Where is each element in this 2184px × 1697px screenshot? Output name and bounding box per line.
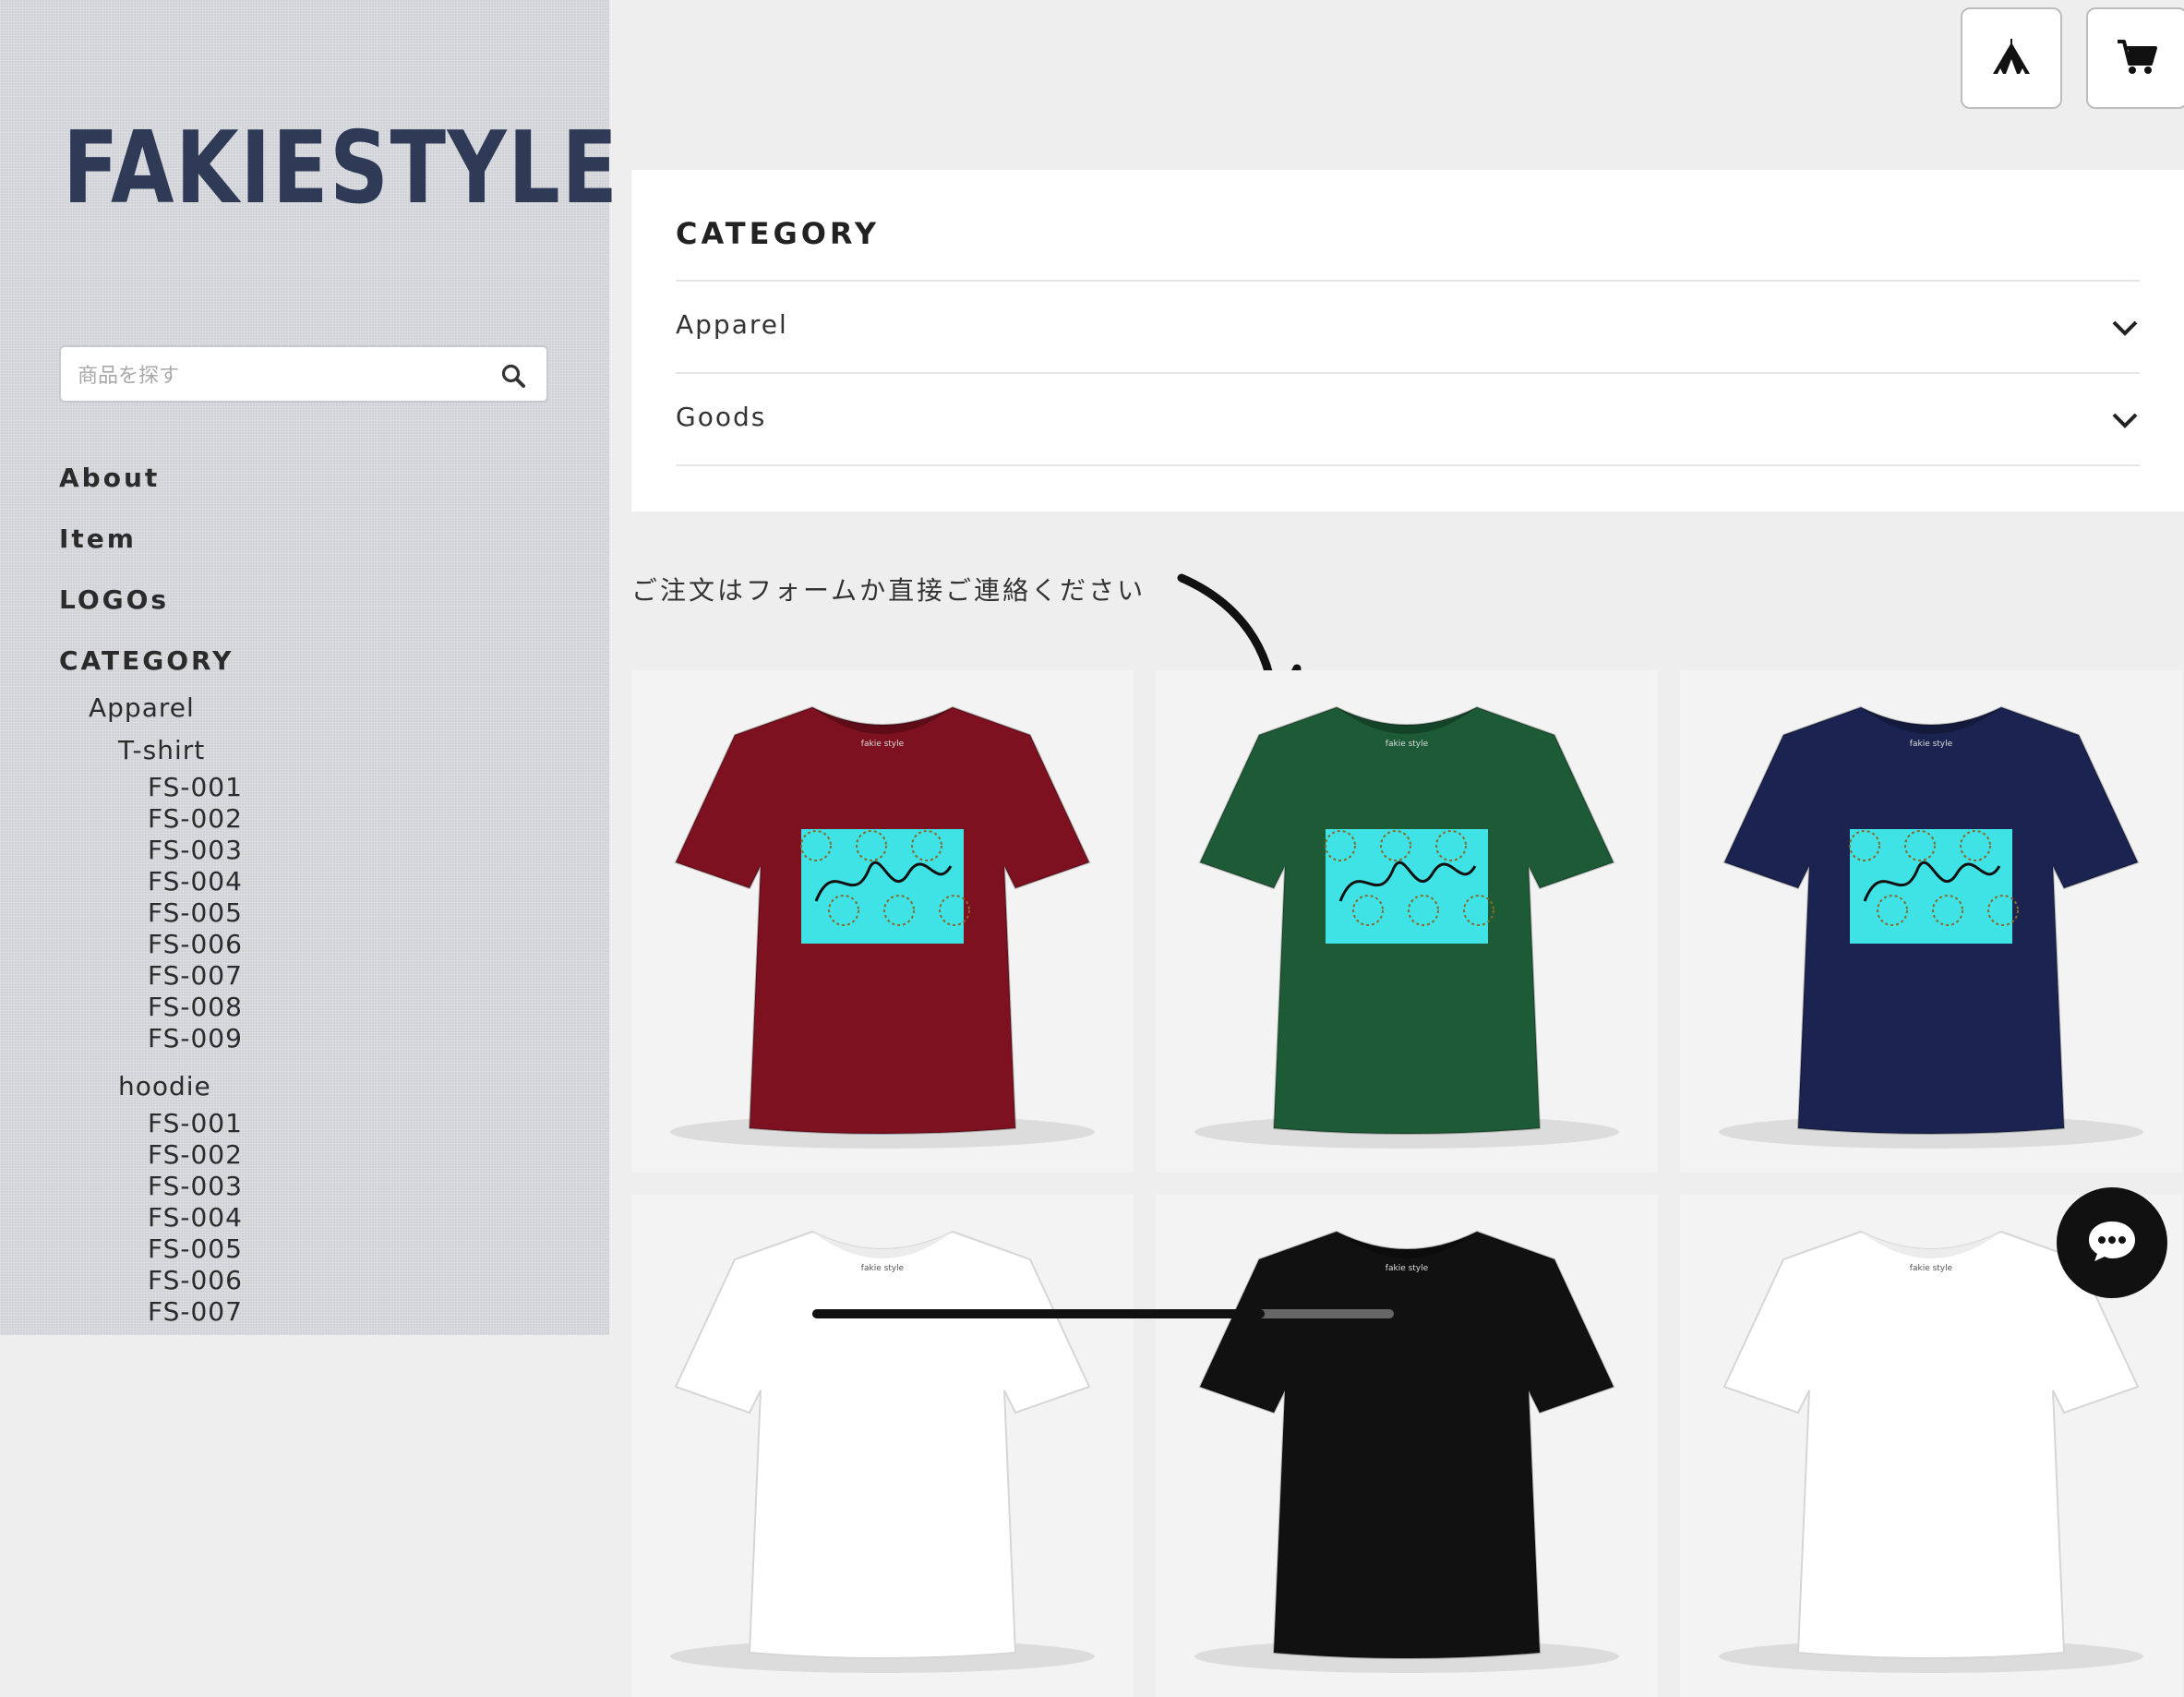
tshirt-image: fakie style [670,705,1095,1149]
category-row-label: Goods [676,402,767,432]
nav-tshirt-fs-002[interactable]: FS-002 [148,803,243,835]
nav-hoodie-fs-003[interactable]: FS-003 [148,1171,243,1202]
svg-text:fakie style: fakie style [861,740,905,749]
nav-tshirt-fs-005[interactable]: FS-005 [148,897,243,929]
svg-text:fakie style: fakie style [1386,1264,1429,1273]
svg-text:fakie style: fakie style [1910,1264,1953,1273]
product-card[interactable]: fakie style [1156,670,1658,1173]
svg-text:fakie style: fakie style [1910,740,1953,749]
nav-hoodie[interactable]: hoodie [118,1065,243,1108]
svg-text:fakie style: fakie style [1386,740,1429,749]
hoodie-item-list: FS-001 FS-002 FS-003 FS-004 FS-005 FS-006 FS-0… [59,1108,243,1328]
home-button[interactable] [1961,7,2062,109]
nav-category[interactable]: CATEGORY [59,641,243,687]
svg-text:fakie style: fakie style [861,1264,905,1273]
nav-hoodie-fs-002[interactable]: FS-002 [148,1139,243,1171]
nav-logos[interactable]: LOGOs [59,580,243,641]
nav-tshirt-fs-008[interactable]: FS-008 [148,992,243,1023]
nav-hoodie-fs-006[interactable]: FS-006 [148,1265,243,1296]
tshirt-image: fakie style [670,1230,1095,1673]
category-card: CATEGORY Apparel Goods [631,170,2184,512]
product-card[interactable]: fakie style [1156,1195,1658,1697]
divider [676,464,2140,466]
product-card[interactable]: fakie style [631,670,1134,1173]
product-card[interactable]: fakie style [631,1195,1134,1697]
search-icon[interactable] [500,363,526,389]
nav-hoodie-fs-001[interactable]: FS-001 [148,1108,243,1139]
nav-hoodie-fs-007[interactable]: FS-007 [148,1296,243,1328]
nav-tshirt-fs-004[interactable]: FS-004 [148,866,243,897]
order-notice: ご注文はフォームか直接ご連絡ください [631,575,1146,606]
search-input[interactable] [76,356,486,395]
nav-tshirt-fs-007[interactable]: FS-007 [148,960,243,992]
brand-logo[interactable]: FAKIESTYLE [63,118,618,220]
category-row-apparel[interactable]: Apparel [676,280,2140,372]
nav-tshirt-fs-006[interactable]: FS-006 [148,929,243,960]
tshirt-item-list: FS-001 FS-002 FS-003 FS-004 FS-005 FS-006 FS-0… [59,772,243,1054]
tshirt-image: fakie style [1719,705,2143,1149]
nav-hoodie-fs-005[interactable]: FS-005 [148,1234,243,1265]
sidebar-nav: About Item LOGOs CATEGORY Apparel T-shir… [59,458,243,1328]
nav-item[interactable]: Item [59,519,243,580]
category-title: CATEGORY [676,216,880,251]
sidebar: FAKIESTYLE About Item LOGOs CATEGORY App… [0,0,618,1335]
tshirt-image: fakie style [1194,1230,1619,1673]
product-card[interactable]: fakie style [1680,670,2182,1173]
category-row-goods[interactable]: Goods [676,372,2140,464]
category-row-label: Apparel [676,309,788,340]
nav-hoodie-fs-004[interactable]: FS-004 [148,1202,243,1234]
chat-bubble-icon [2086,1218,2138,1268]
tent-icon [1991,37,2032,79]
tshirt-image: fakie style [1194,705,1619,1149]
nav-tshirt-fs-003[interactable]: FS-003 [148,835,243,866]
nav-tshirt[interactable]: T-shirt [118,729,243,772]
nav-about[interactable]: About [59,458,243,519]
nav-tshirt-fs-009[interactable]: FS-009 [148,1023,243,1054]
chat-button[interactable] [2057,1187,2167,1298]
horizontal-scrollbar[interactable] [812,1309,1394,1318]
nav-apparel[interactable]: Apparel [89,687,243,729]
nav-tshirt-fs-001[interactable]: FS-001 [148,772,243,803]
cart-icon [2116,38,2158,78]
cart-button[interactable] [2086,7,2184,109]
search-box [59,345,548,403]
chevron-down-icon[interactable] [2110,313,2140,343]
chevron-down-icon[interactable] [2110,405,2140,435]
scrollbar-thumb[interactable] [812,1309,1265,1318]
